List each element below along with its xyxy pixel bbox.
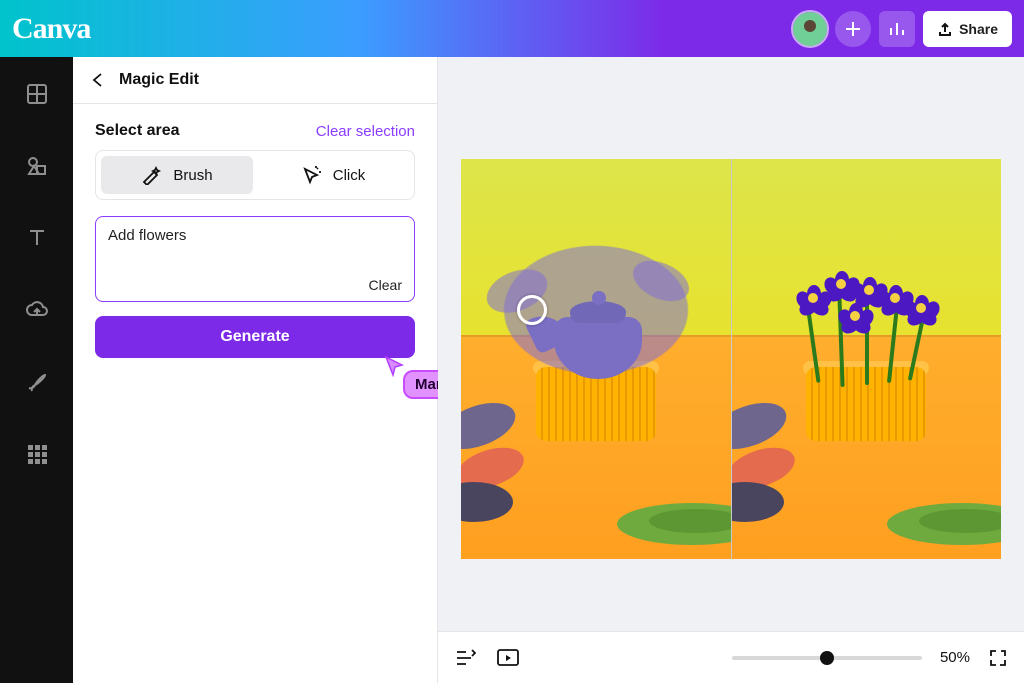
select-area-label: Select area <box>95 122 180 140</box>
zoom-slider[interactable] <box>732 656 922 660</box>
templates-icon <box>25 82 49 106</box>
prompt-clear-button[interactable]: Clear <box>369 277 402 293</box>
share-label: Share <box>959 21 998 37</box>
bar-chart-icon <box>887 19 907 39</box>
click-label: Click <box>333 167 366 184</box>
apps-icon <box>25 442 49 466</box>
prompt-input[interactable]: Add flowers Clear <box>95 216 415 302</box>
rail-draw[interactable] <box>24 369 50 395</box>
notes-icon[interactable] <box>454 647 476 669</box>
image-before <box>461 159 731 559</box>
generate-button[interactable]: Generate <box>95 316 415 358</box>
canvas-area: 50% <box>438 57 1024 683</box>
selection-mode-toggle: Brush Click <box>95 150 415 200</box>
brush-mode-button[interactable]: Brush <box>101 156 253 194</box>
left-rail <box>0 57 73 683</box>
panel-header: Magic Edit <box>73 57 437 104</box>
generate-label: Generate <box>220 328 289 346</box>
cloud-upload-icon <box>25 298 49 322</box>
magic-brush-icon <box>141 165 163 185</box>
design-stage[interactable] <box>461 159 1001 559</box>
zoom-thumb[interactable] <box>820 651 834 665</box>
cursor-pointer-icon <box>384 355 406 377</box>
avatar[interactable] <box>793 12 827 46</box>
magic-edit-panel: Magic Edit Select area Clear selection B… <box>73 57 438 683</box>
zoom-value: 50% <box>940 649 970 666</box>
upload-icon <box>937 21 953 37</box>
flowers-graphic <box>781 255 951 385</box>
topbar: Canva Share <box>0 0 1024 57</box>
share-button[interactable]: Share <box>923 11 1012 47</box>
rail-uploads[interactable] <box>24 297 50 323</box>
rail-text[interactable] <box>24 225 50 251</box>
click-mode-button[interactable]: Click <box>257 156 409 194</box>
brush-icon <box>25 370 49 394</box>
image-after <box>731 159 1002 559</box>
bottom-bar: 50% <box>438 631 1024 683</box>
invite-button[interactable] <box>835 11 871 47</box>
brush-label: Brush <box>173 167 212 184</box>
plus-icon <box>844 20 862 38</box>
text-icon <box>25 226 49 250</box>
prompt-value: Add flowers <box>108 227 402 244</box>
topbar-actions: Share <box>793 11 1012 47</box>
present-icon[interactable] <box>496 648 520 668</box>
canva-logo: Canva <box>12 12 90 46</box>
fullscreen-icon[interactable] <box>988 648 1008 668</box>
insights-button[interactable] <box>879 11 915 47</box>
teapot-graphic <box>536 291 656 383</box>
rail-elements[interactable] <box>24 153 50 179</box>
rail-templates[interactable] <box>24 81 50 107</box>
rail-apps[interactable] <box>24 441 50 467</box>
panel-title: Magic Edit <box>119 71 199 89</box>
shapes-icon <box>25 154 49 178</box>
brush-cursor-ring <box>517 295 547 325</box>
click-cursor-icon <box>301 165 323 185</box>
clear-selection-link[interactable]: Clear selection <box>316 123 415 140</box>
chevron-left-icon[interactable] <box>89 71 107 89</box>
